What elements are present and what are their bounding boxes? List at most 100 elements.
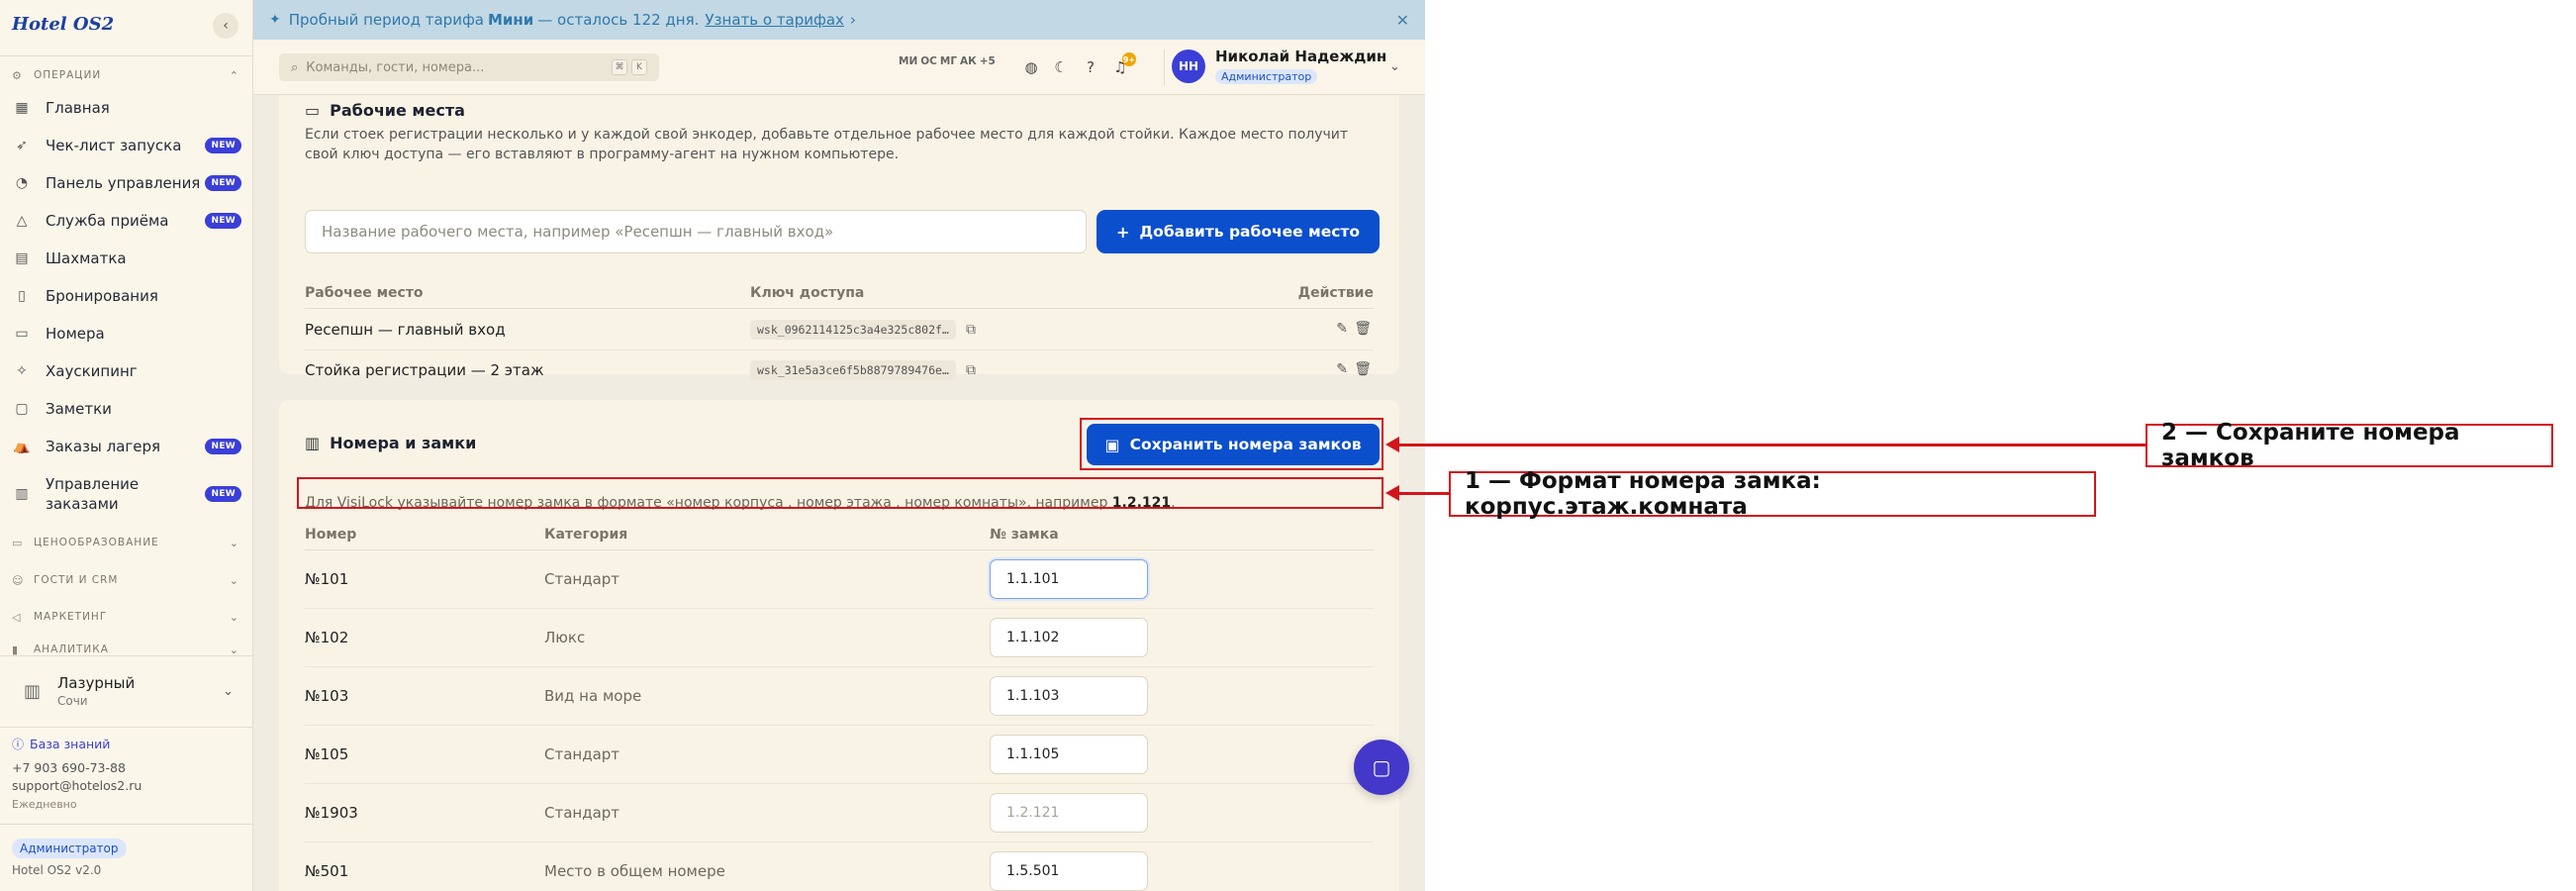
table-row: №1903 Стандарт 1.2.121 <box>305 784 1374 842</box>
new-badge: NEW <box>205 213 241 229</box>
chevron-right-icon: › <box>849 11 856 29</box>
nav-group-label: МАРКЕТИНГ <box>34 611 108 623</box>
rocket-icon: ➶ <box>16 138 28 153</box>
monitor-icon: ▭ <box>305 101 321 120</box>
column-header: Категория <box>544 527 628 543</box>
divider <box>1164 50 1165 85</box>
sidebar-item-chessboard[interactable]: ▤ Шахматка <box>12 244 241 273</box>
lock-number-input[interactable]: 1.1.105 <box>990 735 1148 774</box>
workstation-name: Ресепшн — главный вход <box>305 320 506 339</box>
hotel-switcher[interactable]: ▥ Лазурный Сочи ⌄ <box>12 665 241 717</box>
close-icon[interactable]: ✕ <box>1396 11 1409 30</box>
divider <box>0 655 252 656</box>
banner-text-after: — осталось 122 дня. <box>537 11 700 29</box>
sidebar-item-launch-checklist[interactable]: ➶ Чек-лист запуска NEW <box>12 131 241 160</box>
help-circle-icon: ⓘ <box>12 738 25 751</box>
copy-icon[interactable]: ⧉ <box>966 322 976 338</box>
nav-group-pricing[interactable]: ▭ ЦЕНООБРАЗОВАНИЕ ⌄ <box>12 533 239 552</box>
sidebar-item-bookings[interactable]: ▯ Бронирования <box>12 281 241 311</box>
nav-group-analytics[interactable]: ▮ АНАЛИТИКА ⌄ <box>12 644 239 655</box>
arrow-head <box>1385 485 1399 501</box>
table-row: №105 Стандарт 1.1.105 <box>305 726 1374 784</box>
search-icon: ⌕ <box>291 59 299 75</box>
chevron-down-icon: ⌄ <box>229 536 239 549</box>
divider <box>0 824 252 825</box>
sidebar-item-front-desk[interactable]: △ Служба приёма NEW <box>12 206 241 236</box>
room-number: №103 <box>305 687 349 705</box>
top-bar: ⌕ Команды, гости, номера... ⌘ K МИ ОС МГ… <box>253 40 1425 95</box>
nav-group-marketing[interactable]: ◁ МАРКЕТИНГ ⌄ <box>12 607 239 627</box>
help-icon[interactable]: ? <box>1079 55 1102 79</box>
sidebar-item-label: Шахматка <box>46 249 127 267</box>
trial-banner: ✦ Пробный период тарифа Мини — осталось … <box>253 0 1425 40</box>
app-logo[interactable]: Hotel OS2 <box>12 14 114 35</box>
workstations-description: Если стоек регистрации несколько и у каж… <box>305 127 1349 162</box>
nav-group-operations[interactable]: ⚙ ОПЕРАЦИИ ⌃ <box>12 65 239 85</box>
pricing-icon: ▭ <box>12 536 24 549</box>
lock-number-input[interactable]: 1.1.101 <box>990 559 1148 599</box>
lock-number-input[interactable]: 1.2.121 <box>990 793 1148 833</box>
online-users[interactable]: МИ ОС МГ АК +5 <box>899 55 999 67</box>
edit-icon[interactable]: ✎ <box>1336 321 1348 337</box>
lock-number-input[interactable]: 1.5.501 <box>990 851 1148 891</box>
section-title: Рабочие места <box>330 101 465 120</box>
user-name[interactable]: Николай Надеждин <box>1215 48 1386 65</box>
receipt-icon: ▥ <box>15 486 29 502</box>
support-email[interactable]: support@hotelos2.ru <box>12 778 142 793</box>
column-header: Рабочее место <box>305 285 424 301</box>
moon-icon[interactable]: ☾ <box>1049 55 1073 79</box>
button-label: Добавить рабочее место <box>1139 223 1361 241</box>
edit-icon[interactable]: ✎ <box>1336 361 1348 377</box>
table-icon: ▤ <box>15 250 29 266</box>
clipboard-icon: ▯ <box>18 288 26 304</box>
sidebar-item-notes[interactable]: ▢ Заметки <box>12 394 241 424</box>
nav-group-label: ЦЕНООБРАЗОВАНИЕ <box>34 537 159 548</box>
sidebar-item-order-management[interactable]: ▥ Управление заказами NEW <box>12 470 241 518</box>
lock-number-input[interactable]: 1.1.102 <box>990 618 1148 657</box>
palette-icon[interactable]: ◍ <box>1019 55 1043 79</box>
hotel-name: Лазурный <box>57 674 136 692</box>
table-row: №501 Место в общем номере 1.5.501 <box>305 842 1374 891</box>
tent-icon: ⛺ <box>13 439 31 454</box>
nav-group-guests[interactable]: ☺ ГОСТИ И CRM ⌄ <box>12 570 239 590</box>
sidebar-item-home[interactable]: ▦ Главная <box>12 93 241 123</box>
trash-icon[interactable]: 🗑 <box>1354 361 1372 377</box>
copy-icon[interactable]: ⧉ <box>966 362 976 378</box>
room-category: Вид на море <box>544 687 642 705</box>
sidebar-item-rooms[interactable]: ▭ Номера <box>12 319 241 348</box>
operations-icon: ⚙ <box>12 68 23 82</box>
chat-button[interactable]: ▢ <box>1354 740 1409 795</box>
table-row: №103 Вид на море 1.1.103 <box>305 667 1374 726</box>
lock-number-input[interactable]: 1.1.103 <box>990 676 1148 716</box>
chevron-down-icon: ⌄ <box>223 683 234 699</box>
sidebar-item-camp-orders[interactable]: ⛺ Заказы лагеря NEW <box>12 432 241 461</box>
avatar[interactable]: НН <box>1172 50 1205 83</box>
rooms-table-header: Номер Категория № замка <box>305 523 1374 550</box>
user-initials: МИ <box>899 55 918 67</box>
chevron-up-icon: ⌃ <box>229 68 239 82</box>
shortcut-key: ⌘ <box>612 59 627 75</box>
trash-icon[interactable]: 🗑 <box>1354 321 1372 337</box>
notifications-button[interactable]: ♫ 9+ <box>1108 52 1136 79</box>
workstations-table-header: Рабочее место Ключ доступа Действие <box>305 281 1374 309</box>
workstation-name-input[interactable]: Название рабочего места, например «Ресеп… <box>305 210 1087 253</box>
add-workstation-button[interactable]: + Добавить рабочее место <box>1097 210 1380 253</box>
table-row: Ресепшн — главный вход wsk_0962114125c3a… <box>305 309 1374 350</box>
column-header: Ключ доступа <box>750 285 865 301</box>
room-number: №102 <box>305 629 349 646</box>
new-badge: NEW <box>205 486 241 502</box>
sidebar-item-dashboard[interactable]: ◔ Панель управления NEW <box>12 168 241 198</box>
divider <box>0 727 252 728</box>
command-search[interactable]: ⌕ Команды, гости, номера... ⌘ K <box>279 53 659 81</box>
nav-group-label: АНАЛИТИКА <box>34 644 109 655</box>
sidebar-item-housekeeping[interactable]: ✧ Хаускипинг <box>12 356 241 386</box>
chevron-down-icon[interactable]: ⌄ <box>1389 59 1400 74</box>
column-header: № замка <box>990 527 1059 543</box>
building-icon: ▥ <box>305 434 321 452</box>
table-row: Стойка регистрации — 2 этаж wsk_31e5a3ce… <box>305 350 1374 390</box>
support-phone[interactable]: +7 903 690-73-88 <box>12 760 126 775</box>
plans-link[interactable]: Узнать о тарифах <box>705 11 844 29</box>
collapse-sidebar-button[interactable]: ‹ <box>213 13 239 39</box>
new-badge: NEW <box>205 138 241 153</box>
knowledge-base-link[interactable]: ⓘ База знаний <box>12 736 110 752</box>
